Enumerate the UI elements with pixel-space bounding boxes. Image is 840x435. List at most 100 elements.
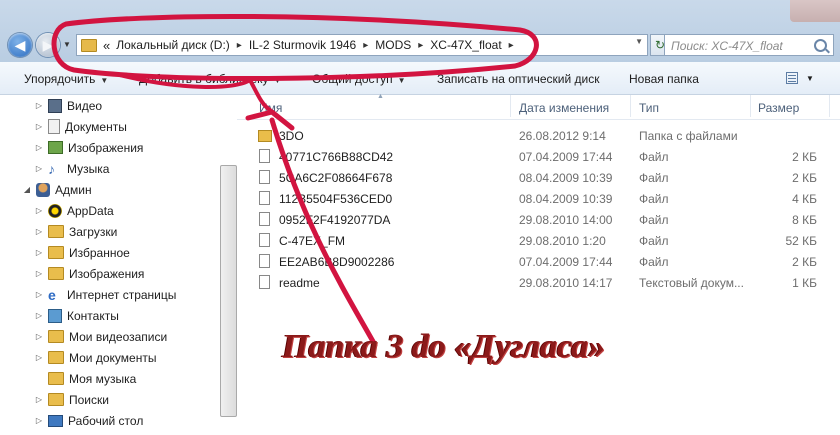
nav-item-images[interactable]: ▷ Изображения — [34, 263, 145, 284]
file-row[interactable]: EE2AB6B8D9002286 07.04.2009 17:44 Файл 2… — [237, 251, 840, 272]
nav-item-label: Изображения — [68, 140, 144, 155]
file-name[interactable]: 3DO — [279, 129, 304, 143]
column-divider[interactable] — [510, 95, 511, 117]
file-name[interactable]: 40771C766B88CD42 — [279, 150, 393, 164]
expand-icon[interactable]: ▷ — [34, 206, 44, 215]
add-to-library-button[interactable]: Добавить в библиотеку ▼ — [139, 72, 281, 86]
burn-button[interactable]: Записать на оптический диск — [437, 72, 600, 86]
nav-item-label: Музыка — [67, 161, 110, 176]
breadcrumb-mods[interactable]: MODS — [375, 38, 411, 52]
file-type: Файл — [639, 234, 669, 248]
breadcrumb-separator-icon[interactable]: ▸ — [363, 40, 368, 51]
file-name[interactable]: 0952F2F4192077DA — [279, 213, 390, 227]
nav-item-appdata[interactable]: ▷ AppData — [34, 200, 114, 221]
nav-item-downloads[interactable]: ▷ Загрузки — [34, 221, 117, 242]
file-row[interactable]: readme 29.08.2010 14:17 Текстовый докум.… — [237, 272, 840, 293]
column-header-type[interactable]: Тип — [639, 101, 659, 115]
share-button[interactable]: Общий доступ ▼ — [312, 72, 406, 86]
nav-item-my-videos[interactable]: ▷ Мои видеозаписи — [34, 326, 167, 347]
breadcrumb-game[interactable]: IL-2 Sturmovik 1946 — [249, 38, 356, 52]
file-row[interactable]: C-47EX_FM 29.08.2010 1:20 Файл 52 КБ — [237, 230, 840, 251]
view-options-icon[interactable] — [786, 72, 798, 84]
file-row[interactable]: 40771C766B88CD42 07.04.2009 17:44 Файл 2… — [237, 146, 840, 167]
search-icon[interactable] — [814, 39, 827, 52]
nav-item-internet-pages[interactable]: ▷ e Интернет страницы — [34, 284, 176, 305]
file-name[interactable]: 112B5504F536CED0 — [279, 192, 392, 206]
nav-item-searches[interactable]: ▷ Поиски — [34, 389, 109, 410]
file-row[interactable]: 5CA6C2F08664F678 08.04.2009 10:39 Файл 2… — [237, 167, 840, 188]
text-file-icon — [259, 275, 270, 289]
nav-item-label: Избранное — [69, 245, 130, 260]
nav-item-admin[interactable]: ◢ Админ — [22, 179, 92, 200]
video-icon — [48, 98, 62, 113]
column-header-name[interactable]: Имя — [259, 101, 282, 115]
search-icon — [48, 393, 64, 406]
appdata-icon — [48, 203, 62, 218]
history-chevron[interactable]: « — [103, 38, 110, 53]
nav-item-my-music[interactable]: Моя музыка — [34, 368, 136, 389]
history-dropdown-icon[interactable]: ▼ — [63, 40, 71, 49]
nav-item-music[interactable]: ▷ ♪ Музыка — [34, 158, 110, 179]
nav-item-label: Контакты — [67, 308, 119, 323]
nav-item-favorites[interactable]: ▷ Избранное — [34, 242, 130, 263]
expand-icon[interactable]: ▷ — [34, 395, 44, 404]
file-row[interactable]: 0952F2F4192077DA 29.08.2010 14:00 Файл 8… — [237, 209, 840, 230]
breadcrumb-drive[interactable]: Локальный диск (D:) — [116, 38, 230, 52]
column-header-size[interactable]: Размер — [758, 101, 799, 115]
expand-icon[interactable]: ▷ — [34, 416, 44, 425]
folder-icon — [48, 225, 64, 238]
nav-item-label: Админ — [55, 182, 92, 197]
file-date: 26.08.2012 9:14 — [519, 129, 606, 143]
nav-item-video[interactable]: ▷ Видео — [34, 95, 102, 116]
file-icon — [259, 212, 270, 226]
address-dropdown-icon[interactable]: ▼ — [635, 37, 643, 46]
nav-item-documents[interactable]: ▷ Документы — [34, 116, 127, 137]
column-header-date[interactable]: Дата изменения — [519, 101, 609, 115]
column-divider[interactable] — [630, 95, 631, 117]
nav-item-desktop[interactable]: ▷ Рабочий стол — [34, 410, 143, 431]
nav-item-label: Загрузки — [69, 224, 118, 239]
expand-icon[interactable]: ▷ — [34, 269, 44, 278]
collapse-icon[interactable]: ◢ — [22, 185, 32, 194]
nav-item-my-documents[interactable]: ▷ Мои документы — [34, 347, 157, 368]
view-dropdown-icon[interactable]: ▼ — [806, 74, 814, 83]
file-name[interactable]: EE2AB6B8D9002286 — [279, 255, 394, 269]
column-divider[interactable] — [750, 95, 751, 117]
nav-item-pictures[interactable]: ▷ Изображения — [34, 137, 144, 158]
breadcrumb-current[interactable]: XC-47X_float — [430, 38, 501, 52]
back-button[interactable]: ◀ — [8, 33, 32, 57]
nav-scrollbar-thumb[interactable] — [220, 165, 237, 417]
file-name[interactable]: C-47EX_FM — [279, 234, 345, 248]
forward-button[interactable]: ▶ — [36, 33, 60, 57]
column-divider[interactable] — [829, 95, 830, 117]
expand-icon[interactable]: ▷ — [34, 353, 44, 362]
file-name[interactable]: readme — [279, 276, 320, 290]
file-type: Файл — [639, 255, 669, 269]
address-bar[interactable]: « Локальный диск (D:) ▸ IL-2 Sturmovik 1… — [76, 34, 648, 56]
expand-icon[interactable]: ▷ — [34, 164, 44, 173]
expand-icon[interactable]: ▷ — [34, 248, 44, 257]
expand-icon[interactable]: ▷ — [34, 122, 44, 131]
breadcrumb-separator-icon[interactable]: ▸ — [509, 40, 514, 51]
file-name[interactable]: 5CA6C2F08664F678 — [279, 171, 392, 185]
file-date: 08.04.2009 10:39 — [519, 171, 613, 185]
expand-icon[interactable]: ▷ — [34, 101, 44, 110]
file-row[interactable]: 3DO 26.08.2012 9:14 Папка с файлами — [237, 125, 840, 146]
nav-item-contacts[interactable]: ▷ Контакты — [34, 305, 119, 326]
file-size: 2 КБ — [792, 150, 817, 164]
search-input[interactable]: Поиск: XC-47X_float — [664, 34, 834, 56]
breadcrumb-separator-icon[interactable]: ▸ — [237, 40, 242, 51]
share-label: Общий доступ — [312, 72, 393, 86]
expand-icon[interactable]: ▷ — [34, 332, 44, 341]
expand-icon[interactable]: ▷ — [34, 311, 44, 320]
expand-icon[interactable]: ▷ — [34, 290, 44, 299]
window-controls[interactable] — [790, 0, 840, 22]
breadcrumb-separator-icon[interactable]: ▸ — [418, 40, 423, 51]
file-icon — [259, 191, 270, 205]
new-folder-button[interactable]: Новая папка — [629, 72, 699, 86]
expand-icon[interactable]: ▷ — [34, 227, 44, 236]
organize-button[interactable]: Упорядочить ▼ — [24, 72, 108, 86]
expand-icon[interactable]: ▷ — [34, 143, 44, 152]
folder-icon — [81, 38, 97, 52]
file-row[interactable]: 112B5504F536CED0 08.04.2009 10:39 Файл 4… — [237, 188, 840, 209]
